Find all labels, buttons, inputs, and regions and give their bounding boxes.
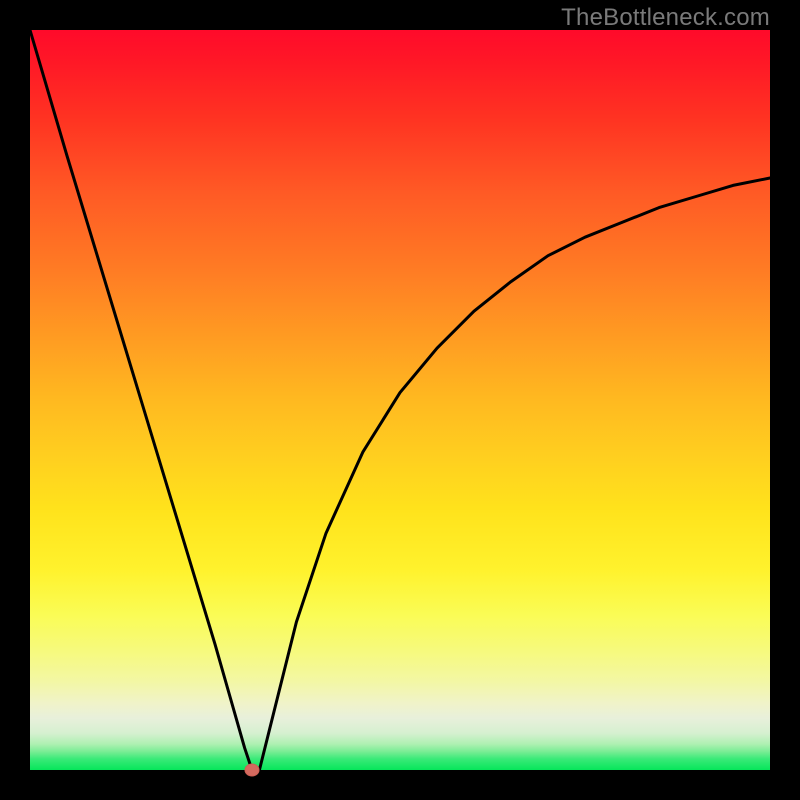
- chart-svg: [30, 30, 770, 770]
- bottleneck-curve: [30, 30, 770, 770]
- chart-stage: TheBottleneck.com: [0, 0, 800, 800]
- minimum-marker: [245, 764, 259, 776]
- watermark-text: TheBottleneck.com: [561, 4, 770, 32]
